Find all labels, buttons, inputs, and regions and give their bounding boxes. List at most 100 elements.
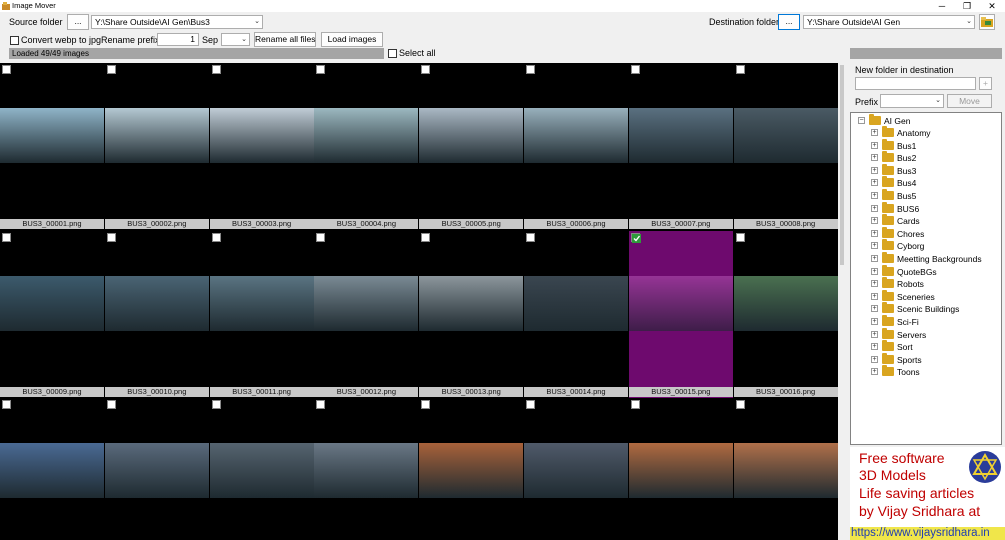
image-select-checkbox[interactable] <box>526 65 535 74</box>
image-select-checkbox[interactable] <box>421 232 431 242</box>
image-select-checkbox[interactable] <box>211 232 221 242</box>
image-select-checkbox[interactable] <box>106 232 116 242</box>
sep-combo[interactable]: ⌄ <box>221 33 250 46</box>
expand-icon[interactable]: + <box>871 204 878 212</box>
image-tile[interactable] <box>104 398 209 540</box>
image-tile[interactable] <box>733 398 838 540</box>
image-select-checkbox[interactable] <box>316 232 326 242</box>
image-select-checkbox[interactable] <box>2 65 11 74</box>
open-destination-button[interactable] <box>979 14 995 30</box>
image-select-checkbox[interactable] <box>735 400 745 409</box>
image-select-checkbox[interactable] <box>735 232 745 242</box>
image-thumbnail[interactable] <box>104 108 209 163</box>
banner-url-link[interactable]: https://www.vijaysridhara.in <box>850 527 1005 540</box>
expand-icon[interactable]: + <box>871 343 878 351</box>
source-browse-button[interactable]: ... <box>67 14 89 30</box>
select-all-checkbox[interactable] <box>388 49 397 58</box>
image-thumbnail[interactable] <box>628 443 733 498</box>
image-tile[interactable]: BUS3_00015.png <box>628 230 733 398</box>
image-tile[interactable]: BUS3_00009.png <box>0 230 104 398</box>
image-tile[interactable] <box>419 398 524 540</box>
expand-icon[interactable]: + <box>871 166 878 174</box>
add-folder-button[interactable]: + <box>979 77 992 90</box>
image-tile[interactable] <box>628 398 733 540</box>
image-select-checkbox[interactable] <box>526 232 535 242</box>
image-thumbnail[interactable] <box>419 275 524 331</box>
image-thumbnail[interactable] <box>524 108 628 163</box>
expand-icon[interactable]: + <box>871 179 878 187</box>
image-tile[interactable] <box>0 398 104 540</box>
expand-icon[interactable]: + <box>871 141 878 149</box>
expand-icon[interactable]: + <box>871 255 878 262</box>
expand-icon[interactable]: + <box>871 242 878 250</box>
image-tile[interactable]: BUS3_00004.png <box>314 63 419 230</box>
image-thumbnail[interactable] <box>0 443 104 498</box>
image-select-checkbox[interactable] <box>421 65 431 74</box>
maximize-button[interactable]: ❐ <box>955 0 979 12</box>
image-select-checkbox[interactable] <box>316 400 326 409</box>
image-thumbnail[interactable] <box>628 275 733 331</box>
minimize-button[interactable]: ─ <box>930 0 954 12</box>
image-select-checkbox[interactable] <box>211 65 221 74</box>
expand-icon[interactable]: + <box>871 267 878 275</box>
prefix-combo[interactable]: ⌄ <box>880 94 944 108</box>
image-thumbnail[interactable] <box>104 275 209 331</box>
image-tile[interactable]: BUS3_00011.png <box>209 230 314 398</box>
image-tile[interactable]: BUS3_00010.png <box>104 230 209 398</box>
image-select-checkbox[interactable] <box>2 232 11 242</box>
expand-icon[interactable]: + <box>871 229 878 237</box>
promo-banner[interactable]: Free software 3D Models Life saving arti… <box>850 447 1005 540</box>
image-thumbnail[interactable] <box>314 275 419 331</box>
image-thumbnail[interactable] <box>314 443 419 498</box>
close-button[interactable]: ✕ <box>980 0 1004 12</box>
image-tile[interactable]: BUS3_00013.png <box>419 230 524 398</box>
image-tile[interactable]: BUS3_00014.png <box>524 230 628 398</box>
destination-browse-button[interactable]: ... <box>778 14 800 30</box>
image-thumbnail[interactable] <box>104 443 209 498</box>
image-tile[interactable]: BUS3_00006.png <box>524 63 628 230</box>
destination-tree[interactable]: − AI Gen + Anatomy + Bus1 + Bus2 + Bus3 + Bus4 + Bu… <box>850 112 1002 445</box>
expand-icon[interactable]: + <box>871 154 878 162</box>
move-button[interactable]: Move <box>947 94 992 108</box>
rename-start-input[interactable]: 1 <box>157 33 199 46</box>
image-select-checkbox[interactable] <box>106 400 116 409</box>
image-tile[interactable]: BUS3_00012.png <box>314 230 419 398</box>
image-thumbnail[interactable] <box>733 443 838 498</box>
image-thumbnail[interactable] <box>209 275 314 331</box>
image-select-checkbox[interactable] <box>316 65 326 74</box>
image-thumbnail[interactable] <box>524 275 628 331</box>
collapse-icon[interactable]: − <box>858 117 865 124</box>
image-tile[interactable]: BUS3_00007.png <box>628 63 733 230</box>
image-select-checkbox[interactable] <box>630 65 640 74</box>
image-select-checkbox[interactable] <box>630 400 640 409</box>
image-tile[interactable]: BUS3_00003.png <box>209 63 314 230</box>
image-thumbnail[interactable] <box>419 443 524 498</box>
image-tile[interactable]: BUS3_00001.png <box>0 63 104 230</box>
image-select-checkbox[interactable] <box>526 400 535 409</box>
source-folder-combo[interactable]: Y:\Share Outside\AI Gen\Bus3 ⌄ <box>91 15 263 29</box>
expand-icon[interactable]: + <box>871 330 878 338</box>
image-thumbnail[interactable] <box>209 108 314 163</box>
image-thumbnail[interactable] <box>419 108 524 163</box>
expand-icon[interactable]: + <box>871 292 878 300</box>
image-tile[interactable] <box>524 398 628 540</box>
expand-icon[interactable]: + <box>871 355 878 363</box>
image-thumbnail[interactable] <box>733 108 838 163</box>
expand-icon[interactable]: + <box>871 318 878 325</box>
new-folder-input[interactable] <box>855 77 976 90</box>
image-tile[interactable] <box>314 398 419 540</box>
expand-icon[interactable]: + <box>871 368 878 376</box>
expand-icon[interactable]: + <box>871 217 878 225</box>
image-thumbnail[interactable] <box>0 275 104 331</box>
image-tile[interactable]: BUS3_00016.png <box>733 230 838 398</box>
image-select-checkbox[interactable] <box>421 400 431 409</box>
expand-icon[interactable]: + <box>871 129 878 136</box>
expand-icon[interactable]: + <box>871 280 878 288</box>
grid-scrollbar[interactable] <box>838 63 846 540</box>
image-thumbnail[interactable] <box>0 108 104 163</box>
image-thumbnail[interactable] <box>733 275 838 331</box>
image-thumbnail[interactable] <box>524 443 628 498</box>
image-tile[interactable]: BUS3_00008.png <box>733 63 838 230</box>
image-select-checkbox[interactable] <box>106 65 116 74</box>
image-tile[interactable]: BUS3_00005.png <box>419 63 524 230</box>
